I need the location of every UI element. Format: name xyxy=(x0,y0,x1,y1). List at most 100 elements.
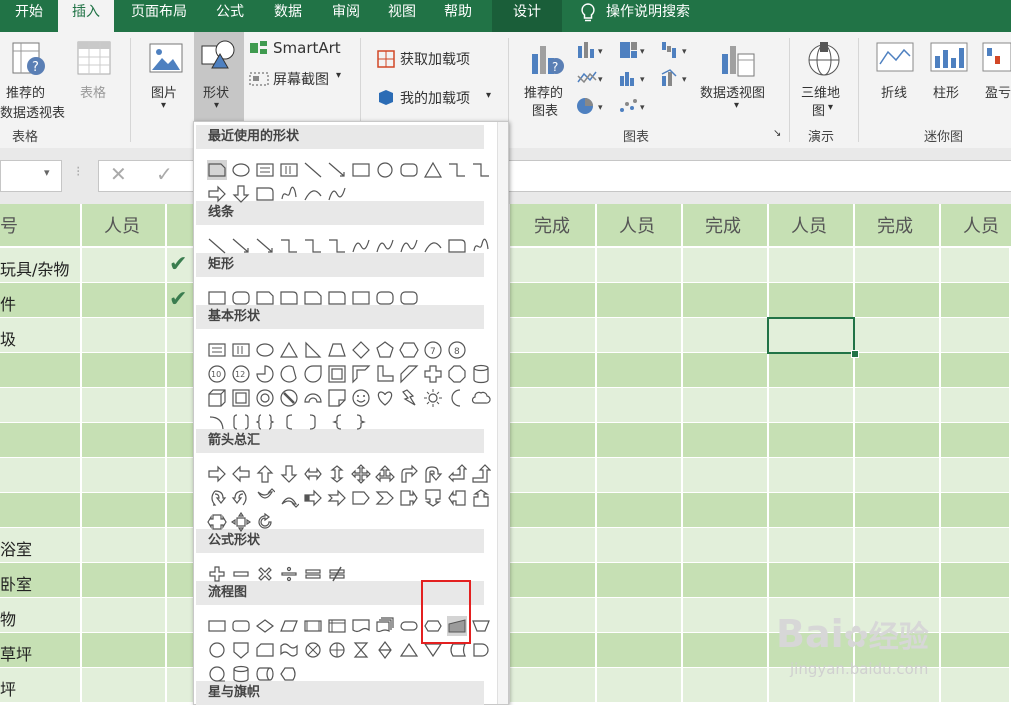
combo-chart-icon[interactable]: ▾ xyxy=(660,68,692,92)
shape-icon[interactable] xyxy=(375,236,395,256)
shape-icon[interactable] xyxy=(207,564,227,584)
header-cell[interactable]: 号 xyxy=(0,204,82,246)
table-cell[interactable] xyxy=(683,563,769,597)
table-cell[interactable] xyxy=(510,633,597,667)
header-cell[interactable]: 人员 xyxy=(597,204,683,246)
shape-icon[interactable] xyxy=(303,412,323,432)
shape-icon[interactable] xyxy=(231,488,251,508)
shape-icon[interactable] xyxy=(399,616,419,636)
shape-icon[interactable] xyxy=(303,616,323,636)
table-cell[interactable] xyxy=(82,458,167,492)
table-cell[interactable] xyxy=(510,353,597,387)
hierarchy-chart-icon[interactable]: ▾ xyxy=(618,40,650,64)
table-cell[interactable] xyxy=(510,493,597,527)
shape-icon[interactable] xyxy=(423,388,443,408)
shape-icon[interactable] xyxy=(207,488,227,508)
shape-icon[interactable] xyxy=(471,640,491,660)
recommended-pivot-label-1[interactable]: 推荐的 xyxy=(6,82,45,101)
shape-icon[interactable] xyxy=(423,464,443,484)
table-cell[interactable] xyxy=(683,318,769,352)
shape-icon[interactable] xyxy=(231,664,251,684)
table-cell[interactable] xyxy=(510,318,597,352)
table-cell[interactable] xyxy=(597,598,683,632)
table-cell[interactable] xyxy=(597,493,683,527)
shape-icon[interactable] xyxy=(351,412,371,432)
table-cell[interactable] xyxy=(941,318,1011,352)
shape-icon[interactable] xyxy=(375,340,395,360)
shape-icon[interactable] xyxy=(399,160,419,180)
shape-icon[interactable] xyxy=(447,464,468,484)
shape-icon[interactable] xyxy=(327,388,347,408)
shape-icon[interactable] xyxy=(423,236,443,256)
table-cell[interactable] xyxy=(597,633,683,667)
shape-icon[interactable] xyxy=(255,184,275,204)
name-box[interactable] xyxy=(0,160,62,192)
shape-icon[interactable] xyxy=(255,160,275,180)
shape-icon[interactable] xyxy=(471,388,491,408)
shape-icon[interactable] xyxy=(327,464,347,484)
header-cell[interactable]: 完成 xyxy=(510,204,597,246)
map3d-label-1[interactable]: 三维地 xyxy=(801,82,840,101)
shape-icon[interactable] xyxy=(447,236,467,256)
shape-icon[interactable] xyxy=(255,640,275,660)
my-addins-dropdown-icon[interactable]: ▾ xyxy=(486,90,491,101)
table-cell[interactable] xyxy=(683,493,769,527)
shape-icon[interactable] xyxy=(351,236,371,256)
table-cell[interactable] xyxy=(769,388,855,422)
shape-icon[interactable] xyxy=(471,488,491,508)
sparkline-line-label[interactable]: 折线 xyxy=(881,82,907,101)
tab-page-layout[interactable]: 页面布局 xyxy=(120,0,198,32)
shape-icon[interactable] xyxy=(207,464,227,484)
shape-icon[interactable] xyxy=(207,640,227,660)
name-box-dropdown-icon[interactable]: ▾ xyxy=(44,166,50,179)
shape-icon[interactable] xyxy=(279,664,299,684)
shape-icon[interactable] xyxy=(423,488,443,508)
table-cell[interactable] xyxy=(855,248,941,282)
table-cell[interactable] xyxy=(855,528,941,562)
tab-review[interactable]: 审阅 xyxy=(320,0,372,32)
table-cell[interactable] xyxy=(769,563,855,597)
table-cell[interactable] xyxy=(941,248,1011,282)
table-cell[interactable] xyxy=(82,248,167,282)
table-cell[interactable] xyxy=(82,493,167,527)
shape-icon[interactable] xyxy=(327,412,347,432)
table-cell[interactable] xyxy=(941,388,1011,422)
table-cell[interactable] xyxy=(683,668,769,702)
shape-icon[interactable] xyxy=(207,388,227,408)
shape-icon[interactable] xyxy=(375,640,395,660)
shape-icon[interactable] xyxy=(231,160,251,180)
table-cell[interactable] xyxy=(597,563,683,597)
table-cell[interactable] xyxy=(82,598,167,632)
shape-icon[interactable] xyxy=(303,364,323,384)
header-cell[interactable]: 完成 xyxy=(855,204,941,246)
shape-icon[interactable] xyxy=(207,616,227,636)
shape-icon[interactable] xyxy=(303,388,323,408)
tab-help[interactable]: 帮助 xyxy=(432,0,484,32)
table-cell[interactable]: 件 xyxy=(0,283,82,317)
shape-icon[interactable] xyxy=(207,664,227,684)
shape-icon[interactable] xyxy=(327,236,347,256)
shape-icon[interactable] xyxy=(327,184,347,204)
shape-icon[interactable] xyxy=(255,512,275,532)
table-cell[interactable] xyxy=(597,668,683,702)
shape-icon[interactable] xyxy=(351,616,371,636)
map3d-dropdown-icon[interactable]: ▾ xyxy=(828,102,833,113)
shape-icon[interactable] xyxy=(327,160,347,180)
shape-icon[interactable] xyxy=(279,488,300,508)
selected-cell[interactable] xyxy=(767,317,855,354)
shape-icon[interactable] xyxy=(351,388,371,408)
tab-design[interactable]: 设计 xyxy=(492,0,562,32)
shape-icon[interactable] xyxy=(447,160,467,180)
shape-icon[interactable] xyxy=(231,564,251,584)
fill-handle[interactable] xyxy=(851,350,859,358)
shape-icon[interactable] xyxy=(327,616,347,636)
shape-icon[interactable] xyxy=(351,640,371,660)
shape-icon[interactable] xyxy=(255,412,275,432)
table-cell[interactable] xyxy=(683,283,769,317)
recommended-charts-label-1[interactable]: 推荐的 xyxy=(524,82,563,101)
shape-icon[interactable]: 12 xyxy=(231,364,251,384)
shape-icon[interactable] xyxy=(303,236,323,256)
shapes-button-label[interactable]: 形状 xyxy=(203,82,229,101)
table-cell[interactable] xyxy=(510,248,597,282)
shape-icon[interactable] xyxy=(303,488,323,508)
